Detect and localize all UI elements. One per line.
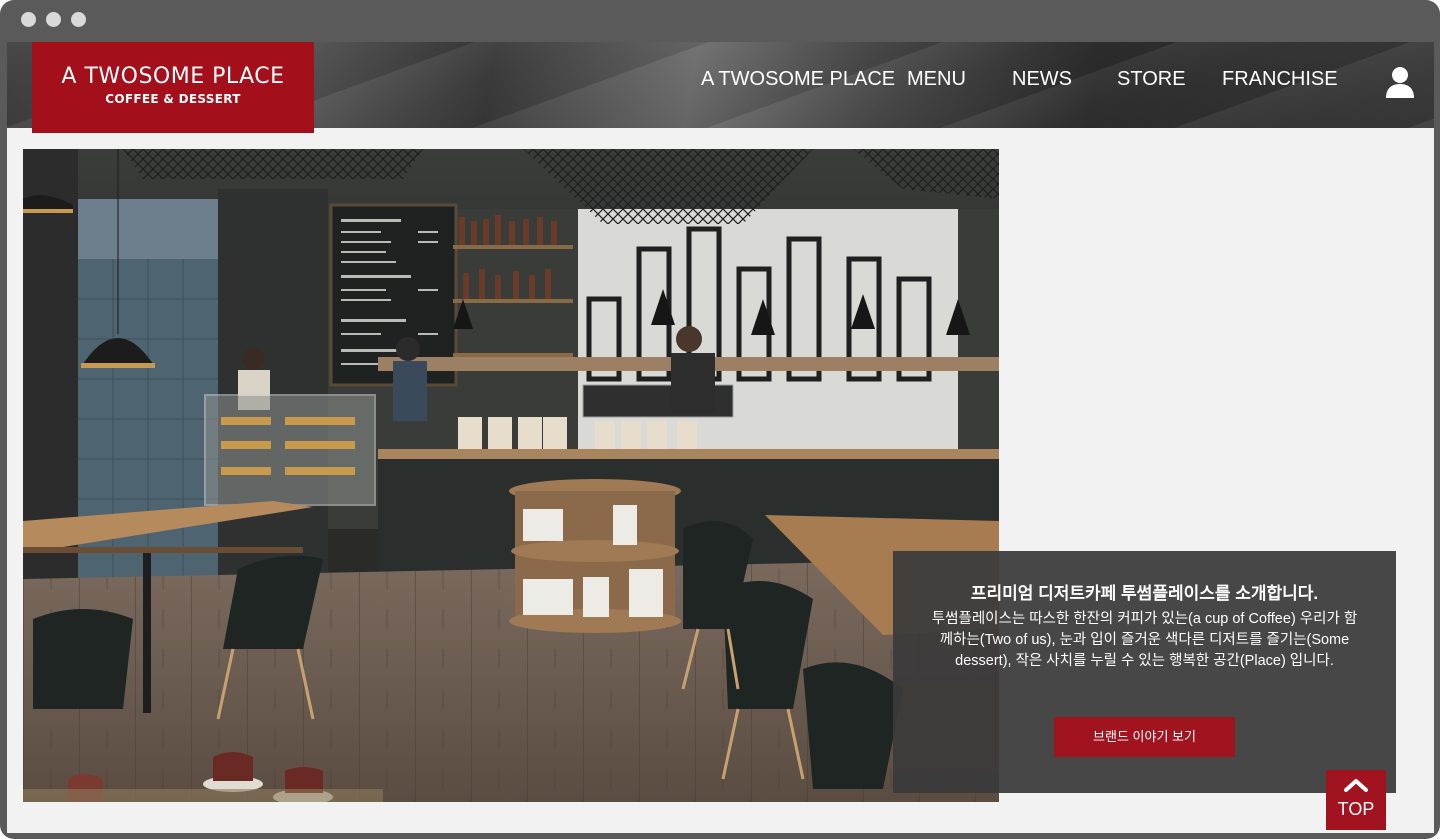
logo-main-text: A TWOSOME PLACE	[61, 64, 285, 89]
intro-body: 투썸플레이스는 따스한 한잔의 커피가 있는(a cup of Coffee) …	[931, 611, 1358, 669]
user-icon[interactable]	[1386, 66, 1414, 98]
brand-story-button[interactable]: 브랜드 이야기 보기	[1054, 717, 1235, 757]
nav-a-twosome-place[interactable]: A TWOSOME PLACE	[701, 68, 895, 91]
window-titlebar	[0, 0, 1440, 42]
site-header: A TWOSOME PLACE COFFEE & DESSERT A TWOSO…	[7, 42, 1434, 133]
scroll-top-button[interactable]: TOP	[1326, 770, 1386, 830]
window-maximize-button[interactable]	[71, 12, 86, 27]
top-label: TOP	[1337, 799, 1375, 819]
logo-sub-text: COFFEE & DESSERT	[105, 92, 241, 106]
brand-logo[interactable]: A TWOSOME PLACE COFFEE & DESSERT	[32, 42, 314, 133]
brand-intro-panel: 프리미엄 디저트카페 투썸플레이스를 소개합니다. 투썸플레이스는 따스한 한잔…	[893, 551, 1396, 793]
nav-franchise[interactable]: FRANCHISE	[1222, 68, 1338, 91]
cafe-interior-illustration	[23, 149, 999, 802]
window-close-button[interactable]	[21, 12, 36, 27]
browser-window: A TWOSOME PLACE COFFEE & DESSERT A TWOSO…	[0, 0, 1440, 839]
chevron-up-icon	[1344, 779, 1368, 792]
intro-title: 프리미엄 디저트카페 투썸플레이스를 소개합니다.	[970, 584, 1319, 603]
window-minimize-button[interactable]	[46, 12, 61, 27]
hero-cafe-image	[23, 149, 999, 802]
page-viewport: A TWOSOME PLACE COFFEE & DESSERT A TWOSO…	[7, 42, 1434, 833]
nav-news[interactable]: NEWS	[1012, 68, 1072, 91]
nav-store[interactable]: STORE	[1117, 68, 1186, 91]
nav-menu[interactable]: MENU	[907, 68, 966, 91]
